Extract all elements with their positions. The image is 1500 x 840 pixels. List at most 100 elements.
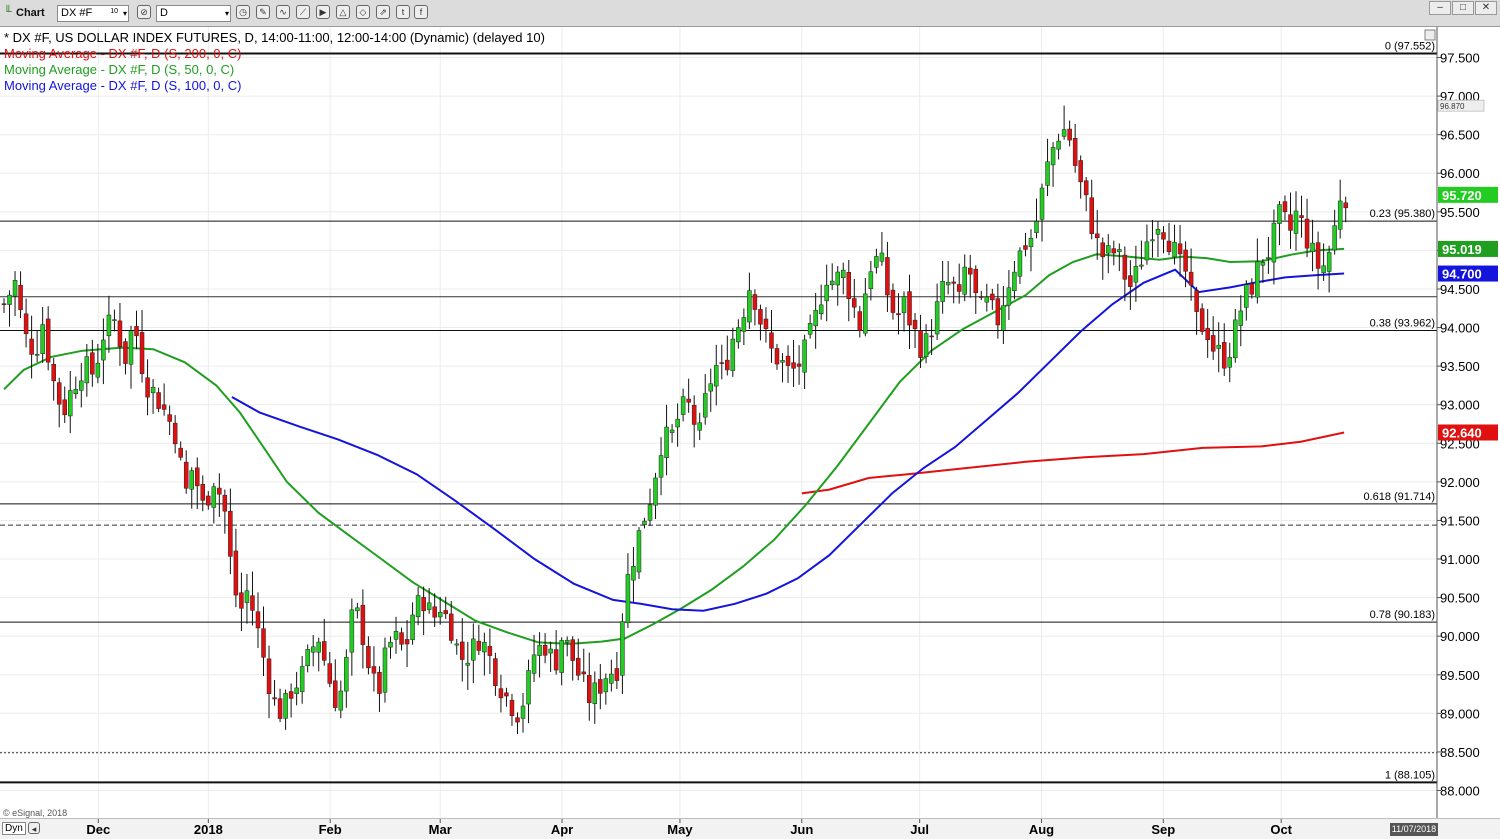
candle-down bbox=[581, 671, 586, 675]
title-toolbar: ╙ Chart DX #F 10 ▾ ⊘ D ▾ ◷ ✎ ∿ ⟋ ▶ △ ◇ ⇗… bbox=[0, 0, 1500, 27]
candle-down bbox=[261, 628, 266, 658]
candle-up bbox=[730, 338, 736, 371]
candle-up bbox=[609, 673, 614, 684]
candle-up bbox=[526, 670, 531, 705]
candle-down bbox=[443, 610, 448, 615]
chevron-down-icon[interactable]: ▾ bbox=[123, 6, 127, 21]
copyright-text: © eSignal, 2018 bbox=[3, 808, 67, 818]
grid bbox=[0, 27, 1437, 818]
candle-down bbox=[1122, 254, 1128, 280]
link-icon[interactable]: ⊘ bbox=[137, 5, 151, 19]
candle-down bbox=[194, 467, 200, 487]
minimize-button[interactable]: – bbox=[1429, 1, 1451, 15]
alert-icon[interactable]: △ bbox=[336, 5, 350, 19]
candle-up bbox=[106, 314, 112, 337]
candle-down bbox=[1166, 240, 1172, 252]
candle-up bbox=[7, 294, 12, 305]
candle-up bbox=[1172, 241, 1177, 258]
candle-down bbox=[62, 399, 67, 416]
candle-down bbox=[56, 382, 62, 405]
candlesticks bbox=[1, 105, 1348, 735]
candle-up bbox=[471, 638, 476, 661]
candle-down bbox=[266, 658, 272, 694]
horizontal-lines bbox=[0, 296, 1437, 754]
chevron-down-icon[interactable]: ▾ bbox=[225, 6, 229, 21]
candle-down bbox=[366, 646, 371, 669]
price-chart[interactable]: 0 (97.552) 0.23 (95.380) 0.38 (93.962) 0.61… bbox=[0, 27, 1500, 818]
candle-up bbox=[658, 455, 664, 478]
symbol-input[interactable]: DX #F 10 ▾ bbox=[57, 5, 129, 22]
moving-averages bbox=[3, 247, 1345, 645]
candle-up bbox=[548, 648, 553, 654]
candle-up bbox=[68, 390, 73, 417]
candle-up bbox=[382, 647, 388, 693]
time-tick-label: Dec bbox=[86, 822, 110, 837]
candle-down bbox=[995, 298, 1001, 326]
trend-icon[interactable]: ⟋ bbox=[296, 5, 310, 19]
candle-up bbox=[79, 380, 84, 391]
draw-tools-icon[interactable]: ∿ bbox=[276, 5, 290, 19]
status-date: 11/07/2018 bbox=[1390, 823, 1438, 836]
candle-down bbox=[448, 613, 454, 641]
fib-label: 1 (88.105) bbox=[1385, 769, 1435, 781]
tag-icon[interactable]: ◇ bbox=[356, 5, 370, 19]
candle-down bbox=[23, 313, 29, 335]
candle-down bbox=[1282, 201, 1288, 213]
candle-down bbox=[1094, 233, 1100, 239]
candle-up bbox=[708, 383, 713, 392]
candle-down bbox=[228, 510, 233, 557]
maximize-button[interactable]: □ bbox=[1452, 1, 1474, 15]
candle-up bbox=[84, 356, 90, 384]
candle-up bbox=[1012, 271, 1017, 291]
candle-up bbox=[189, 470, 194, 490]
candle-down bbox=[614, 668, 620, 681]
close-button[interactable]: ✕ bbox=[1475, 1, 1497, 15]
candle-up bbox=[101, 339, 106, 361]
candle-down bbox=[575, 657, 581, 676]
time-tick-label: Jul bbox=[910, 822, 929, 837]
candle-up bbox=[1133, 266, 1139, 283]
fib-label: 0 (97.552) bbox=[1385, 40, 1435, 52]
price-axis-bg bbox=[1437, 27, 1500, 818]
candle-up bbox=[1244, 284, 1249, 308]
candle-down bbox=[123, 341, 128, 364]
time-tick-label: May bbox=[667, 822, 693, 837]
candle-up bbox=[714, 365, 719, 387]
candle-down bbox=[1100, 242, 1106, 258]
candle-up bbox=[603, 678, 609, 693]
time-tick-label: Sep bbox=[1151, 822, 1175, 837]
candle-down bbox=[1067, 128, 1072, 141]
price-tick-label: 93.000 bbox=[1440, 398, 1480, 413]
price-tick-label: 91.000 bbox=[1440, 552, 1480, 567]
candle-up bbox=[564, 639, 570, 643]
candle-up bbox=[1001, 305, 1006, 331]
candle-down bbox=[769, 332, 774, 349]
candle-down bbox=[719, 362, 725, 364]
price-tick-label: 89.500 bbox=[1440, 668, 1480, 683]
candle-up bbox=[426, 602, 432, 610]
candle-down bbox=[598, 679, 603, 694]
share-icon[interactable]: ⇗ bbox=[376, 5, 390, 19]
candle-down bbox=[1288, 214, 1293, 231]
twitter-icon[interactable]: t bbox=[396, 5, 410, 19]
clock-icon[interactable]: ◷ bbox=[236, 5, 250, 19]
candle-down bbox=[763, 318, 769, 329]
pencil-icon[interactable]: ✎ bbox=[256, 5, 270, 19]
candle-up bbox=[1139, 264, 1144, 267]
candle-down bbox=[117, 320, 123, 348]
candle-down bbox=[371, 666, 377, 674]
interval-input[interactable]: D ▾ bbox=[156, 5, 231, 22]
candle-up bbox=[283, 693, 288, 719]
candle-up bbox=[934, 301, 940, 335]
candle-down bbox=[432, 606, 437, 618]
candle-up bbox=[388, 641, 393, 648]
candle-up bbox=[620, 621, 625, 676]
candle-up bbox=[150, 386, 156, 394]
candle-down bbox=[918, 330, 923, 358]
candle-down bbox=[691, 404, 697, 425]
candle-down bbox=[1083, 180, 1089, 196]
candle-down bbox=[504, 692, 509, 697]
candle-down bbox=[1315, 242, 1321, 269]
facebook-icon[interactable]: f bbox=[414, 5, 428, 19]
play-icon[interactable]: ▶ bbox=[316, 5, 330, 19]
